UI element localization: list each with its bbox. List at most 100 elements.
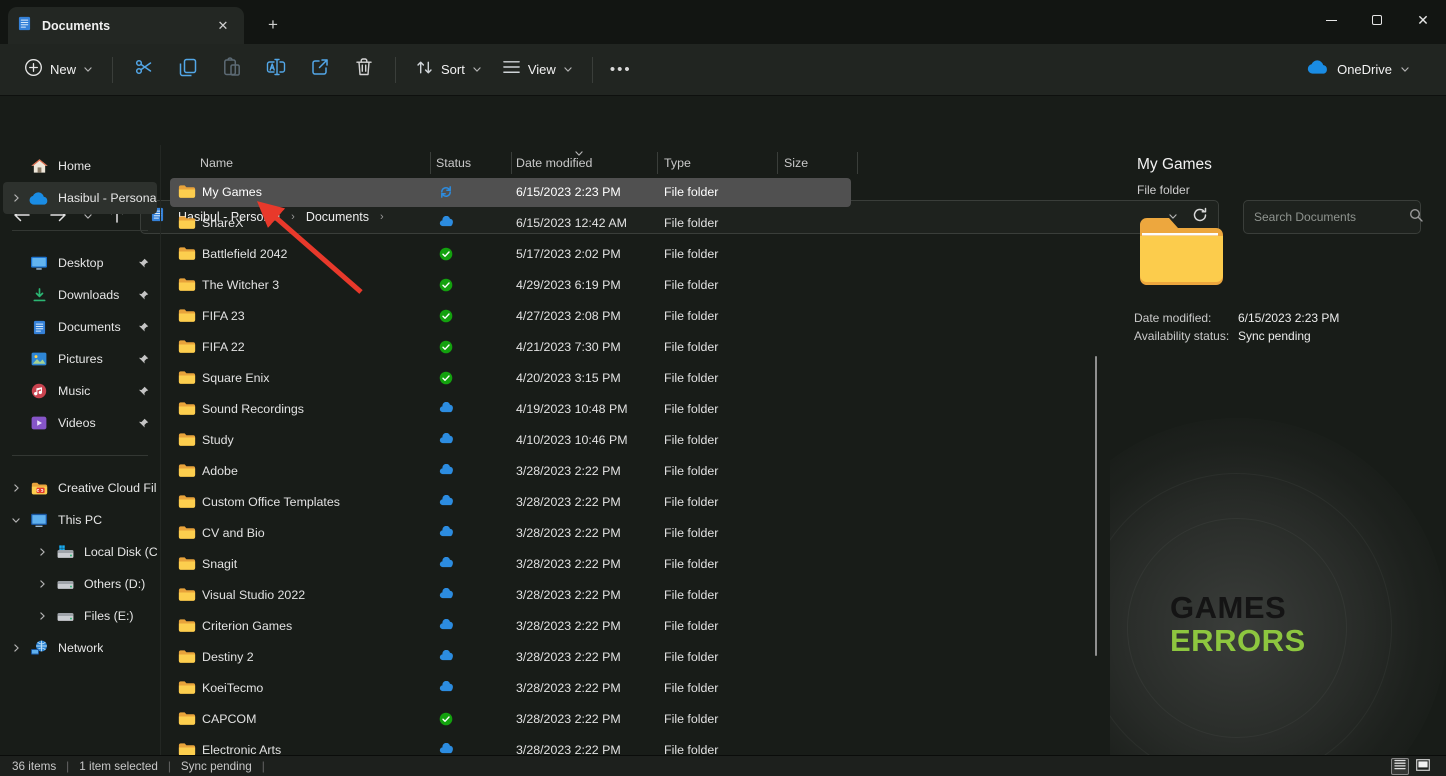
chevron-right-icon[interactable] (29, 547, 55, 557)
tab-close-icon[interactable]: ✕ (212, 15, 234, 37)
copy-button[interactable] (166, 52, 210, 88)
sort-button[interactable]: Sort (405, 50, 492, 90)
sidebar-item-label: Local Disk (C:) (84, 545, 157, 559)
delete-button[interactable] (342, 52, 386, 88)
folder-icon (178, 401, 196, 419)
column-header-status[interactable]: Status (436, 156, 471, 170)
sidebar-item-others-d-[interactable]: Others (D:) (3, 568, 157, 600)
documents-icon (29, 320, 49, 335)
tab-documents[interactable]: Documents ✕ (8, 7, 244, 44)
rename-button[interactable] (254, 52, 298, 88)
minimize-button[interactable] (1308, 0, 1354, 40)
details-view-button[interactable] (1391, 758, 1409, 775)
file-row[interactable]: The Witcher 34/29/2023 6:19 PMFile folde… (160, 270, 1110, 301)
file-row[interactable]: Visual Studio 20223/28/2023 2:22 PMFile … (160, 580, 1110, 611)
sidebar-item-this-pc[interactable]: This PC (3, 504, 157, 536)
view-icon (502, 59, 521, 80)
file-type: File folder (664, 464, 718, 478)
chevron-right-icon[interactable] (29, 611, 55, 621)
sidebar-item-hasibul-personal[interactable]: Hasibul - Personal (3, 182, 157, 214)
paste-button[interactable] (210, 52, 254, 88)
chevron-right-icon[interactable] (3, 193, 29, 203)
new-button[interactable]: New (14, 50, 103, 90)
file-row[interactable]: Snagit3/28/2023 2:22 PMFile folder (160, 549, 1110, 580)
pin-icon (138, 322, 149, 333)
file-row[interactable]: KoeiTecmo3/28/2023 2:22 PMFile folder (160, 673, 1110, 704)
share-button[interactable] (298, 52, 342, 88)
cloud-status-icon (439, 619, 454, 633)
file-row[interactable]: Custom Office Templates3/28/2023 2:22 PM… (160, 487, 1110, 518)
file-name: CV and Bio (202, 526, 265, 540)
file-row[interactable]: Square Enix4/20/2023 3:15 PMFile folder (160, 363, 1110, 394)
status-bar: 36 items | 1 item selected | Sync pendin… (0, 755, 1446, 776)
file-row[interactable]: Study4/10/2023 10:46 PMFile folder (160, 425, 1110, 456)
watermark-line2: ERRORS (1170, 624, 1306, 657)
sidebar-item-home[interactable]: Home (3, 150, 157, 182)
pin-icon (138, 418, 149, 429)
column-divider (430, 152, 431, 174)
date-modified: 3/28/2023 2:22 PM (516, 495, 621, 509)
date-modified: 4/19/2023 10:48 PM (516, 402, 628, 416)
column-divider (657, 152, 658, 174)
creative-cloud-icon (29, 481, 49, 496)
maximize-button[interactable] (1354, 0, 1400, 40)
file-row[interactable]: CAPCOM3/28/2023 2:22 PMFile folder (160, 704, 1110, 735)
sidebar-item-files-e-[interactable]: Files (E:) (3, 600, 157, 632)
sidebar-item-local-disk-c-[interactable]: Local Disk (C:) (3, 536, 157, 568)
folder-icon (178, 463, 196, 481)
toolbar-divider (112, 57, 113, 83)
sidebar-item-label: This PC (58, 513, 102, 527)
close-button[interactable]: ✕ (1400, 0, 1446, 40)
new-tab-button[interactable]: + (260, 12, 286, 38)
file-type: File folder (664, 619, 718, 633)
file-name: CAPCOM (202, 712, 256, 726)
sidebar-item-documents[interactable]: Documents (3, 311, 157, 343)
details-field-value: Sync pending (1238, 329, 1311, 343)
file-row[interactable]: Sound Recordings4/19/2023 10:48 PMFile f… (160, 394, 1110, 425)
file-row[interactable]: My Games6/15/2023 2:23 PMFile folder (160, 177, 1110, 208)
chevron-right-icon[interactable] (3, 643, 29, 653)
rename-icon (265, 57, 287, 82)
vertical-scrollbar[interactable] (1095, 356, 1097, 656)
navigation-row: Hasibul - Personal›Documents› (0, 96, 1446, 145)
column-header-type[interactable]: Type (664, 156, 691, 170)
file-row[interactable]: Adobe3/28/2023 2:22 PMFile folder (160, 456, 1110, 487)
sidebar-item-videos[interactable]: Videos (3, 407, 157, 439)
column-divider (511, 152, 512, 174)
large-thumbnails-view-button[interactable] (1414, 758, 1432, 775)
sidebar-item-creative-cloud-files[interactable]: Creative Cloud Files (3, 472, 157, 504)
file-row[interactable]: FIFA 224/21/2023 7:30 PMFile folder (160, 332, 1110, 363)
sidebar-item-desktop[interactable]: Desktop (3, 247, 157, 279)
column-header-size[interactable]: Size (784, 156, 808, 170)
sidebar-item-network[interactable]: Network (3, 632, 157, 664)
file-row[interactable]: CV and Bio3/28/2023 2:22 PMFile folder (160, 518, 1110, 549)
cut-button[interactable] (122, 52, 166, 88)
file-row[interactable]: Criterion Games3/28/2023 2:22 PMFile fol… (160, 611, 1110, 642)
folder-icon (178, 370, 196, 388)
sidebar-item-music[interactable]: Music (3, 375, 157, 407)
file-type: File folder (664, 712, 718, 726)
view-button[interactable]: View (492, 51, 583, 88)
new-button-label: New (50, 62, 76, 77)
date-modified: 4/21/2023 7:30 PM (516, 340, 621, 354)
file-row[interactable]: FIFA 234/27/2023 2:08 PMFile folder (160, 301, 1110, 332)
file-row[interactable]: Electronic Arts3/28/2023 2:22 PMFile fol… (160, 735, 1110, 755)
chevron-down-icon[interactable] (3, 516, 29, 525)
onedrive-button[interactable]: OneDrive (1297, 52, 1420, 87)
file-row[interactable]: ShareX6/15/2023 12:42 AMFile folder (160, 208, 1110, 239)
sidebar-item-label: Others (D:) (84, 577, 145, 591)
more-options-button[interactable]: ••• (602, 52, 640, 88)
file-row[interactable]: Battlefield 20425/17/2023 2:02 PMFile fo… (160, 239, 1110, 270)
folder-icon (178, 742, 196, 755)
chevron-right-icon[interactable] (29, 579, 55, 589)
file-row[interactable]: Destiny 23/28/2023 2:22 PMFile folder (160, 642, 1110, 673)
sidebar-item-pictures[interactable]: Pictures (3, 343, 157, 375)
sidebar-item-downloads[interactable]: Downloads (3, 279, 157, 311)
column-header-name[interactable]: Name (200, 156, 233, 170)
sort-icon (415, 58, 434, 82)
file-list-rows: My Games6/15/2023 2:23 PMFile folderShar… (160, 177, 1110, 755)
sort-button-label: Sort (441, 62, 465, 77)
status-divider: | (168, 760, 171, 773)
chevron-right-icon[interactable] (3, 483, 29, 493)
item-count: 36 items (12, 760, 56, 773)
